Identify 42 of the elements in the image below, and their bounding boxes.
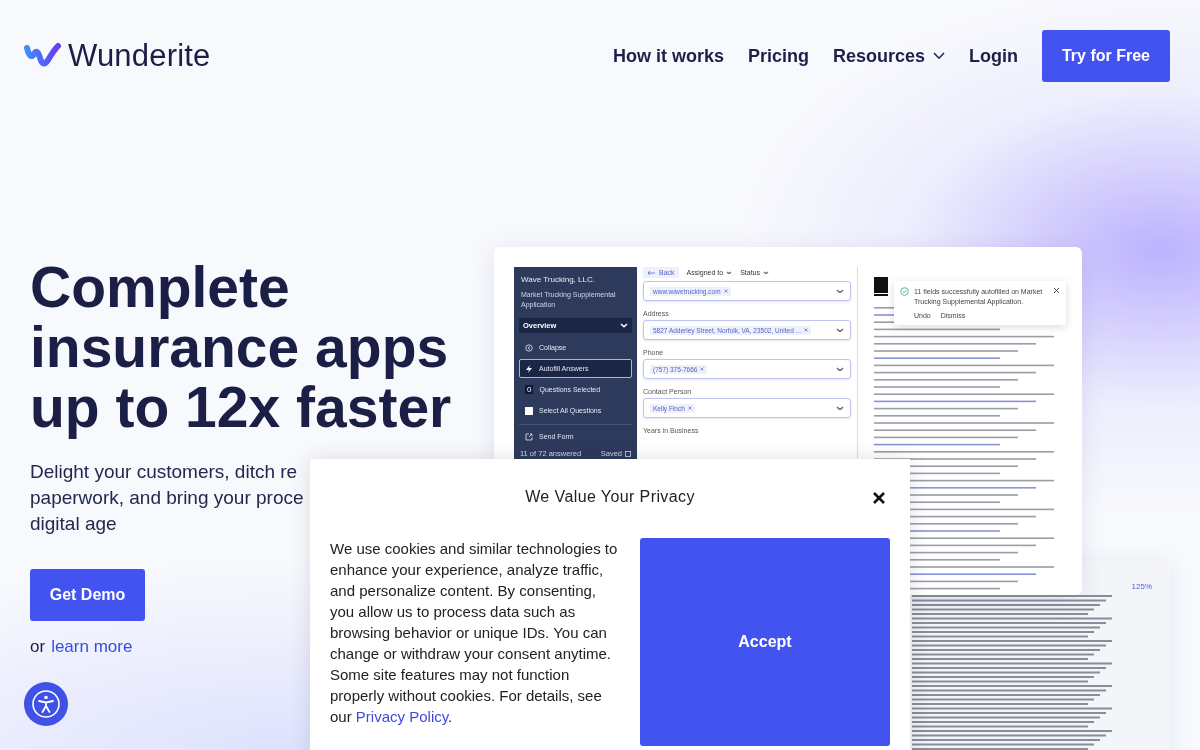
share-icon	[525, 432, 533, 441]
hero-title: Complete insurance apps up to 12x faster	[30, 257, 453, 437]
close-icon	[872, 491, 886, 505]
accessibility-icon	[31, 689, 61, 719]
nav-link[interactable]: Pricing	[747, 45, 809, 67]
caret-icon	[763, 270, 769, 275]
nav-link[interactable]: Login	[969, 45, 1018, 67]
privacy-policy-link[interactable]: Privacy Policy	[355, 708, 449, 725]
check-circle-icon	[900, 287, 909, 296]
logo-icon	[24, 42, 62, 70]
zoom-level[interactable]: 125%	[1131, 582, 1152, 591]
accessibility-button[interactable]	[24, 682, 68, 726]
caret-icon	[836, 288, 844, 294]
remove-icon	[700, 367, 705, 371]
arrow-left-icon	[647, 269, 656, 276]
remove-icon	[723, 289, 728, 293]
try-free-button[interactable]: Try for Free	[1041, 30, 1170, 82]
cookie-text: We use cookies and similar technologies to enhance your experience, analyze traffic, and personalize content. By consenting, you allow us to process data such as browsing behavior or unique IDs. You can change or withdraw your consent anytime. Some site features may not function properly without cookies. For details, see our Privacy Policy.	[330, 539, 619, 727]
caret-icon	[836, 366, 844, 372]
lightning-icon	[525, 364, 533, 373]
company-name: Wave Trucking, LLC.	[521, 275, 596, 284]
checkbox[interactable]	[525, 406, 533, 415]
or-text: or	[30, 637, 46, 657]
caret-icon	[836, 327, 844, 333]
remove-icon	[687, 406, 692, 410]
caret-icon	[726, 270, 733, 275]
count-badge: 0	[525, 385, 534, 394]
remove-icon	[804, 328, 809, 332]
caret-icon	[620, 323, 628, 328]
hero-description: Delight your customers, ditch re paperwork, and bring your proce digital age	[30, 460, 305, 536]
logo-text[interactable]: Wunderite	[68, 38, 211, 74]
caret-icon	[933, 52, 945, 60]
caret-icon	[836, 405, 844, 411]
dialog-title: We Value Your Privacy	[525, 488, 695, 506]
nav-link[interactable]: Resources	[832, 45, 945, 67]
get-demo-button[interactable]: Get Demo	[30, 569, 145, 621]
save-icon	[625, 450, 631, 457]
collapse-icon	[525, 343, 533, 352]
nav-link[interactable]: How it works	[612, 45, 724, 67]
accept-button[interactable]: Accept	[640, 538, 890, 746]
close-icon	[1053, 287, 1060, 294]
learn-more-link[interactable]: learn more	[51, 637, 133, 657]
